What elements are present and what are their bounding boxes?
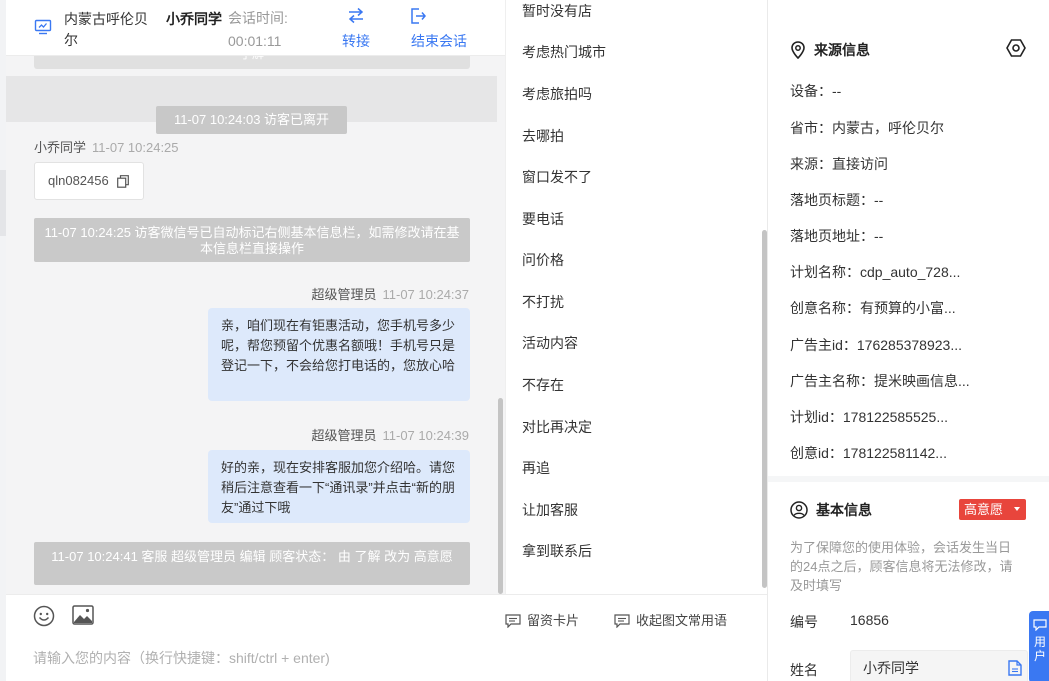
document-icon[interactable]	[1008, 660, 1022, 676]
truncated-message: 了解	[34, 56, 470, 69]
visitor-info-panel: 来源信息 设备：-- 省市：内蒙古，呼伦贝尔 来源：直接访问 落地页标题：-- …	[767, 0, 1049, 681]
visitor-left-band: 11-07 10:24:03 访客已离开	[6, 76, 497, 134]
source-info-title: 来源信息	[790, 40, 870, 60]
transfer-label: 转接	[342, 33, 370, 49]
name-field[interactable]: 小乔同学	[850, 650, 1028, 681]
agent-message-sender: 超级管理员	[311, 428, 377, 443]
lead-card-label: 留资卡片	[527, 613, 580, 628]
phrase-icon	[614, 614, 630, 629]
quick-reply-item[interactable]: 问价格	[522, 250, 564, 270]
source-info-label: 来源信息	[814, 42, 870, 58]
agent-message-sender: 超级管理员	[311, 287, 377, 302]
intent-status-label: 高意愿	[964, 502, 1004, 517]
image-icon[interactable]	[72, 605, 94, 625]
source-row-region: 省市：内蒙古，呼伦贝尔	[790, 120, 944, 136]
source-row-plan-name: 计划名称：cdp_auto_728...	[790, 264, 961, 280]
card-icon	[505, 614, 521, 629]
agent-message-time: 11-07 10:24:39	[382, 428, 470, 443]
message-scrollbar[interactable]	[498, 398, 503, 594]
message-composer: 留资卡片 收起图文常用语	[6, 594, 767, 681]
quick-reply-item[interactable]: 去哪拍	[522, 126, 564, 146]
quick-reply-item[interactable]: 拿到联系后	[522, 541, 592, 561]
visitor-name: 小乔同学	[166, 11, 222, 27]
auto-mark-notice: 11-07 10:24:25 访客微信号已自动标记右侧基本信息栏，如需修改请在基…	[34, 218, 470, 262]
transfer-icon	[348, 7, 364, 24]
chat-workspace: 内蒙古呼伦贝尔 小乔同学 会话时间: 00:01:11 转接 结束会话 了解	[0, 0, 1049, 681]
location-pin-icon	[791, 41, 805, 60]
quick-reply-item[interactable]: 对比再决定	[522, 417, 592, 437]
quick-reply-item[interactable]: 活动内容	[522, 333, 578, 353]
message-input[interactable]	[33, 647, 753, 669]
quick-reply-item[interactable]: 考虑热门城市	[522, 42, 606, 62]
source-row-advertiser-id: 广告主id：176285378923...	[790, 337, 962, 353]
wechat-id-message[interactable]: qln082456	[34, 162, 144, 200]
settings-icon[interactable]	[1006, 38, 1026, 58]
caret-down-icon	[1014, 507, 1020, 511]
visitor-message-time: 11-07 10:24:25	[92, 140, 179, 155]
transfer-button[interactable]: 转接	[340, 7, 372, 51]
monitor-icon	[34, 19, 52, 35]
agent-message-meta: 超级管理员 11-07 10:24:37	[311, 284, 469, 303]
wechat-id-text: qln082456	[48, 173, 109, 188]
source-row-plan-id: 计划id：178122585525...	[790, 409, 948, 425]
end-session-button[interactable]: 结束会话	[408, 7, 470, 51]
quick-reply-item[interactable]: 不打扰	[522, 292, 564, 312]
quick-reply-item[interactable]: 考虑旅拍吗	[522, 84, 592, 104]
basic-info-note: 为了保障您的使用体验，会话发生当日的24点之后，顾客信息将无法修改，请及时填写	[790, 540, 1013, 593]
source-row-device: 设备：--	[790, 83, 842, 99]
source-row-landing-url: 落地页地址：--	[790, 228, 884, 244]
id-label: 编号	[790, 614, 818, 630]
quick-reply-panel: 暂时没有店 考虑热门城市 考虑旅拍吗 去哪拍 窗口发不了 要电话 问价格 不打扰…	[505, 0, 767, 594]
agent-message-time: 11-07 10:24:37	[382, 287, 470, 302]
intent-status-dropdown[interactable]: 高意愿	[959, 499, 1026, 520]
source-row-landing-title: 落地页标题：--	[790, 192, 884, 208]
chat-panel: 内蒙古呼伦贝尔 小乔同学 会话时间: 00:01:11 转接 结束会话 了解	[0, 0, 505, 681]
emoji-icon[interactable]	[33, 605, 55, 627]
section-divider	[768, 476, 1049, 482]
quick-reply-item[interactable]: 要电话	[522, 209, 564, 229]
source-row-creative-name: 创意名称：有预算的小富...	[790, 300, 956, 316]
visitor-location: 内蒙古呼伦贝尔	[64, 11, 148, 48]
quick-reply-item[interactable]: 让加客服	[522, 500, 578, 520]
user-floating-tab[interactable]: 用户	[1029, 611, 1049, 681]
quick-reply-item[interactable]: 不存在	[522, 375, 564, 395]
end-session-label: 结束会话	[411, 33, 467, 49]
id-value: 16856	[850, 612, 889, 628]
source-row-creative-id: 创意id：178122581142...	[790, 445, 947, 461]
session-time-value: 00:01:11	[228, 33, 282, 49]
lead-card-button[interactable]: 留资卡片	[505, 610, 579, 629]
visitor-message-sender: 小乔同学	[34, 140, 87, 155]
message-list[interactable]: 了解 11-07 10:24:03 访客已离开 小乔同学 11-07 10:24:…	[6, 56, 505, 594]
basic-info-title: 基本信息	[790, 500, 872, 520]
copy-icon[interactable]	[117, 175, 129, 188]
quick-reply-item[interactable]: 暂时没有店	[522, 1, 592, 21]
visitor-left-notice: 11-07 10:24:03 访客已离开	[156, 106, 347, 134]
agent-message-bubble: 好的亲，现在安排客服加您介绍哈。请您稍后注意查看一下“通讯录”并点击“新的朋友”…	[208, 450, 470, 523]
agent-message-meta: 超级管理员 11-07 10:24:39	[311, 425, 469, 444]
collapse-phrases-button[interactable]: 收起图文常用语	[614, 610, 727, 629]
source-row-advertiser-name: 广告主名称：提米映画信息...	[790, 373, 970, 389]
collapse-phrases-label: 收起图文常用语	[636, 613, 728, 628]
basic-info-label: 基本信息	[816, 502, 872, 518]
logout-icon	[411, 8, 426, 24]
session-time-label: 会话时间:	[228, 10, 288, 26]
message-icon	[1033, 619, 1047, 631]
user-floating-tab-label: 用户	[1033, 635, 1046, 663]
quick-reply-item[interactable]: 再追	[522, 458, 550, 478]
chat-header: 内蒙古呼伦贝尔 小乔同学 会话时间: 00:01:11 转接 结束会话	[6, 0, 505, 56]
source-row-origin: 来源：直接访问	[790, 156, 888, 172]
quick-reply-item[interactable]: 窗口发不了	[522, 167, 592, 187]
visitor-message-meta: 小乔同学 11-07 10:24:25	[34, 137, 179, 156]
name-label: 姓名	[790, 662, 818, 678]
agent-message-bubble: 亲，咱们现在有钜惠活动，您手机号多少呢，帮您预留个优惠名额哦！手机号只是登记一下…	[208, 308, 470, 401]
status-change-notice: 11-07 10:24:41 客服 超级管理员 编辑 顾客状态： 由 了解 改为…	[34, 542, 470, 585]
user-icon	[790, 501, 808, 519]
